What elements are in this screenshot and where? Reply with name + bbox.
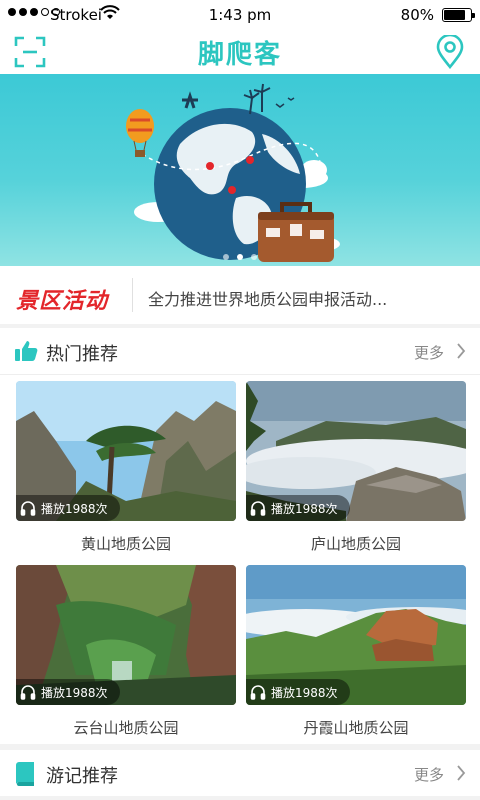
park-photo[interactable]: 播放1988次: [16, 565, 236, 705]
status-bar: Strokei 1:43 pm 80%: [0, 0, 480, 30]
more-link[interactable]: 更多: [414, 764, 444, 785]
play-count: 播放1988次: [271, 685, 338, 700]
more-link[interactable]: 更多: [414, 342, 444, 363]
travel-section-header: 游记推荐 更多: [0, 750, 480, 796]
chevron-right-icon[interactable]: [456, 765, 466, 785]
news-headline[interactable]: 全力推进世界地质公园申报活动...: [148, 286, 387, 310]
park-card[interactable]: 播放1988次 黄山地质公园: [16, 381, 236, 554]
headphones-icon: [20, 501, 36, 516]
section-title: 热门推荐: [46, 344, 118, 365]
play-count: 播放1988次: [271, 501, 338, 516]
news-ticker[interactable]: 景区活动 全力推进世界地质公园申报活动...: [0, 266, 480, 324]
banner-carousel[interactable]: [0, 74, 480, 266]
play-count-badge: 播放1988次: [246, 679, 350, 705]
park-card[interactable]: 播放1988次 庐山地质公园: [246, 381, 466, 554]
park-photo[interactable]: 播放1988次: [16, 381, 236, 521]
section-title: 游记推荐: [46, 766, 118, 787]
park-name[interactable]: 黄山地质公园: [16, 533, 236, 554]
play-count-badge: 播放1988次: [16, 495, 120, 521]
play-count-badge: 播放1988次: [246, 495, 350, 521]
headphones-icon: [250, 685, 266, 700]
news-tag-logo: 景区活动: [16, 289, 109, 314]
battery-percent: 80%: [400, 6, 434, 24]
book-icon: [14, 762, 36, 790]
play-count: 播放1988次: [41, 501, 108, 516]
headphones-icon: [250, 501, 266, 516]
hot-recommendation-grid: 播放1988次 黄山地质公园 播放1988次 庐山地质公园 播放1988次 云台…: [0, 374, 480, 744]
travel-banner-illustration: [126, 83, 340, 262]
park-name[interactable]: 丹霞山地质公园: [246, 717, 466, 738]
play-count: 播放1988次: [41, 685, 108, 700]
park-photo[interactable]: 播放1988次: [246, 565, 466, 705]
park-name[interactable]: 云台山地质公园: [16, 717, 236, 738]
carousel-dot[interactable]: [251, 254, 257, 260]
chevron-right-icon[interactable]: [456, 343, 466, 363]
location-pin-icon[interactable]: [436, 33, 464, 73]
park-photo[interactable]: 播放1988次: [246, 381, 466, 521]
play-count-badge: 播放1988次: [16, 679, 120, 705]
battery-icon: [442, 8, 475, 22]
carousel-dot[interactable]: [237, 254, 243, 260]
carousel-dot[interactable]: [223, 254, 229, 260]
carousel-indicator: [0, 254, 480, 260]
park-card[interactable]: 播放1988次 丹霞山地质公园: [246, 565, 466, 738]
hot-section-header: 热门推荐 更多: [0, 328, 480, 374]
thumbs-up-icon: [14, 340, 38, 366]
navigation-bar: 脚爬客: [0, 30, 480, 74]
park-card[interactable]: 播放1988次 云台山地质公园: [16, 565, 236, 738]
app-title: 脚爬客: [197, 40, 282, 70]
park-name[interactable]: 庐山地质公园: [246, 533, 466, 554]
headphones-icon: [20, 685, 36, 700]
divider: [132, 278, 133, 312]
